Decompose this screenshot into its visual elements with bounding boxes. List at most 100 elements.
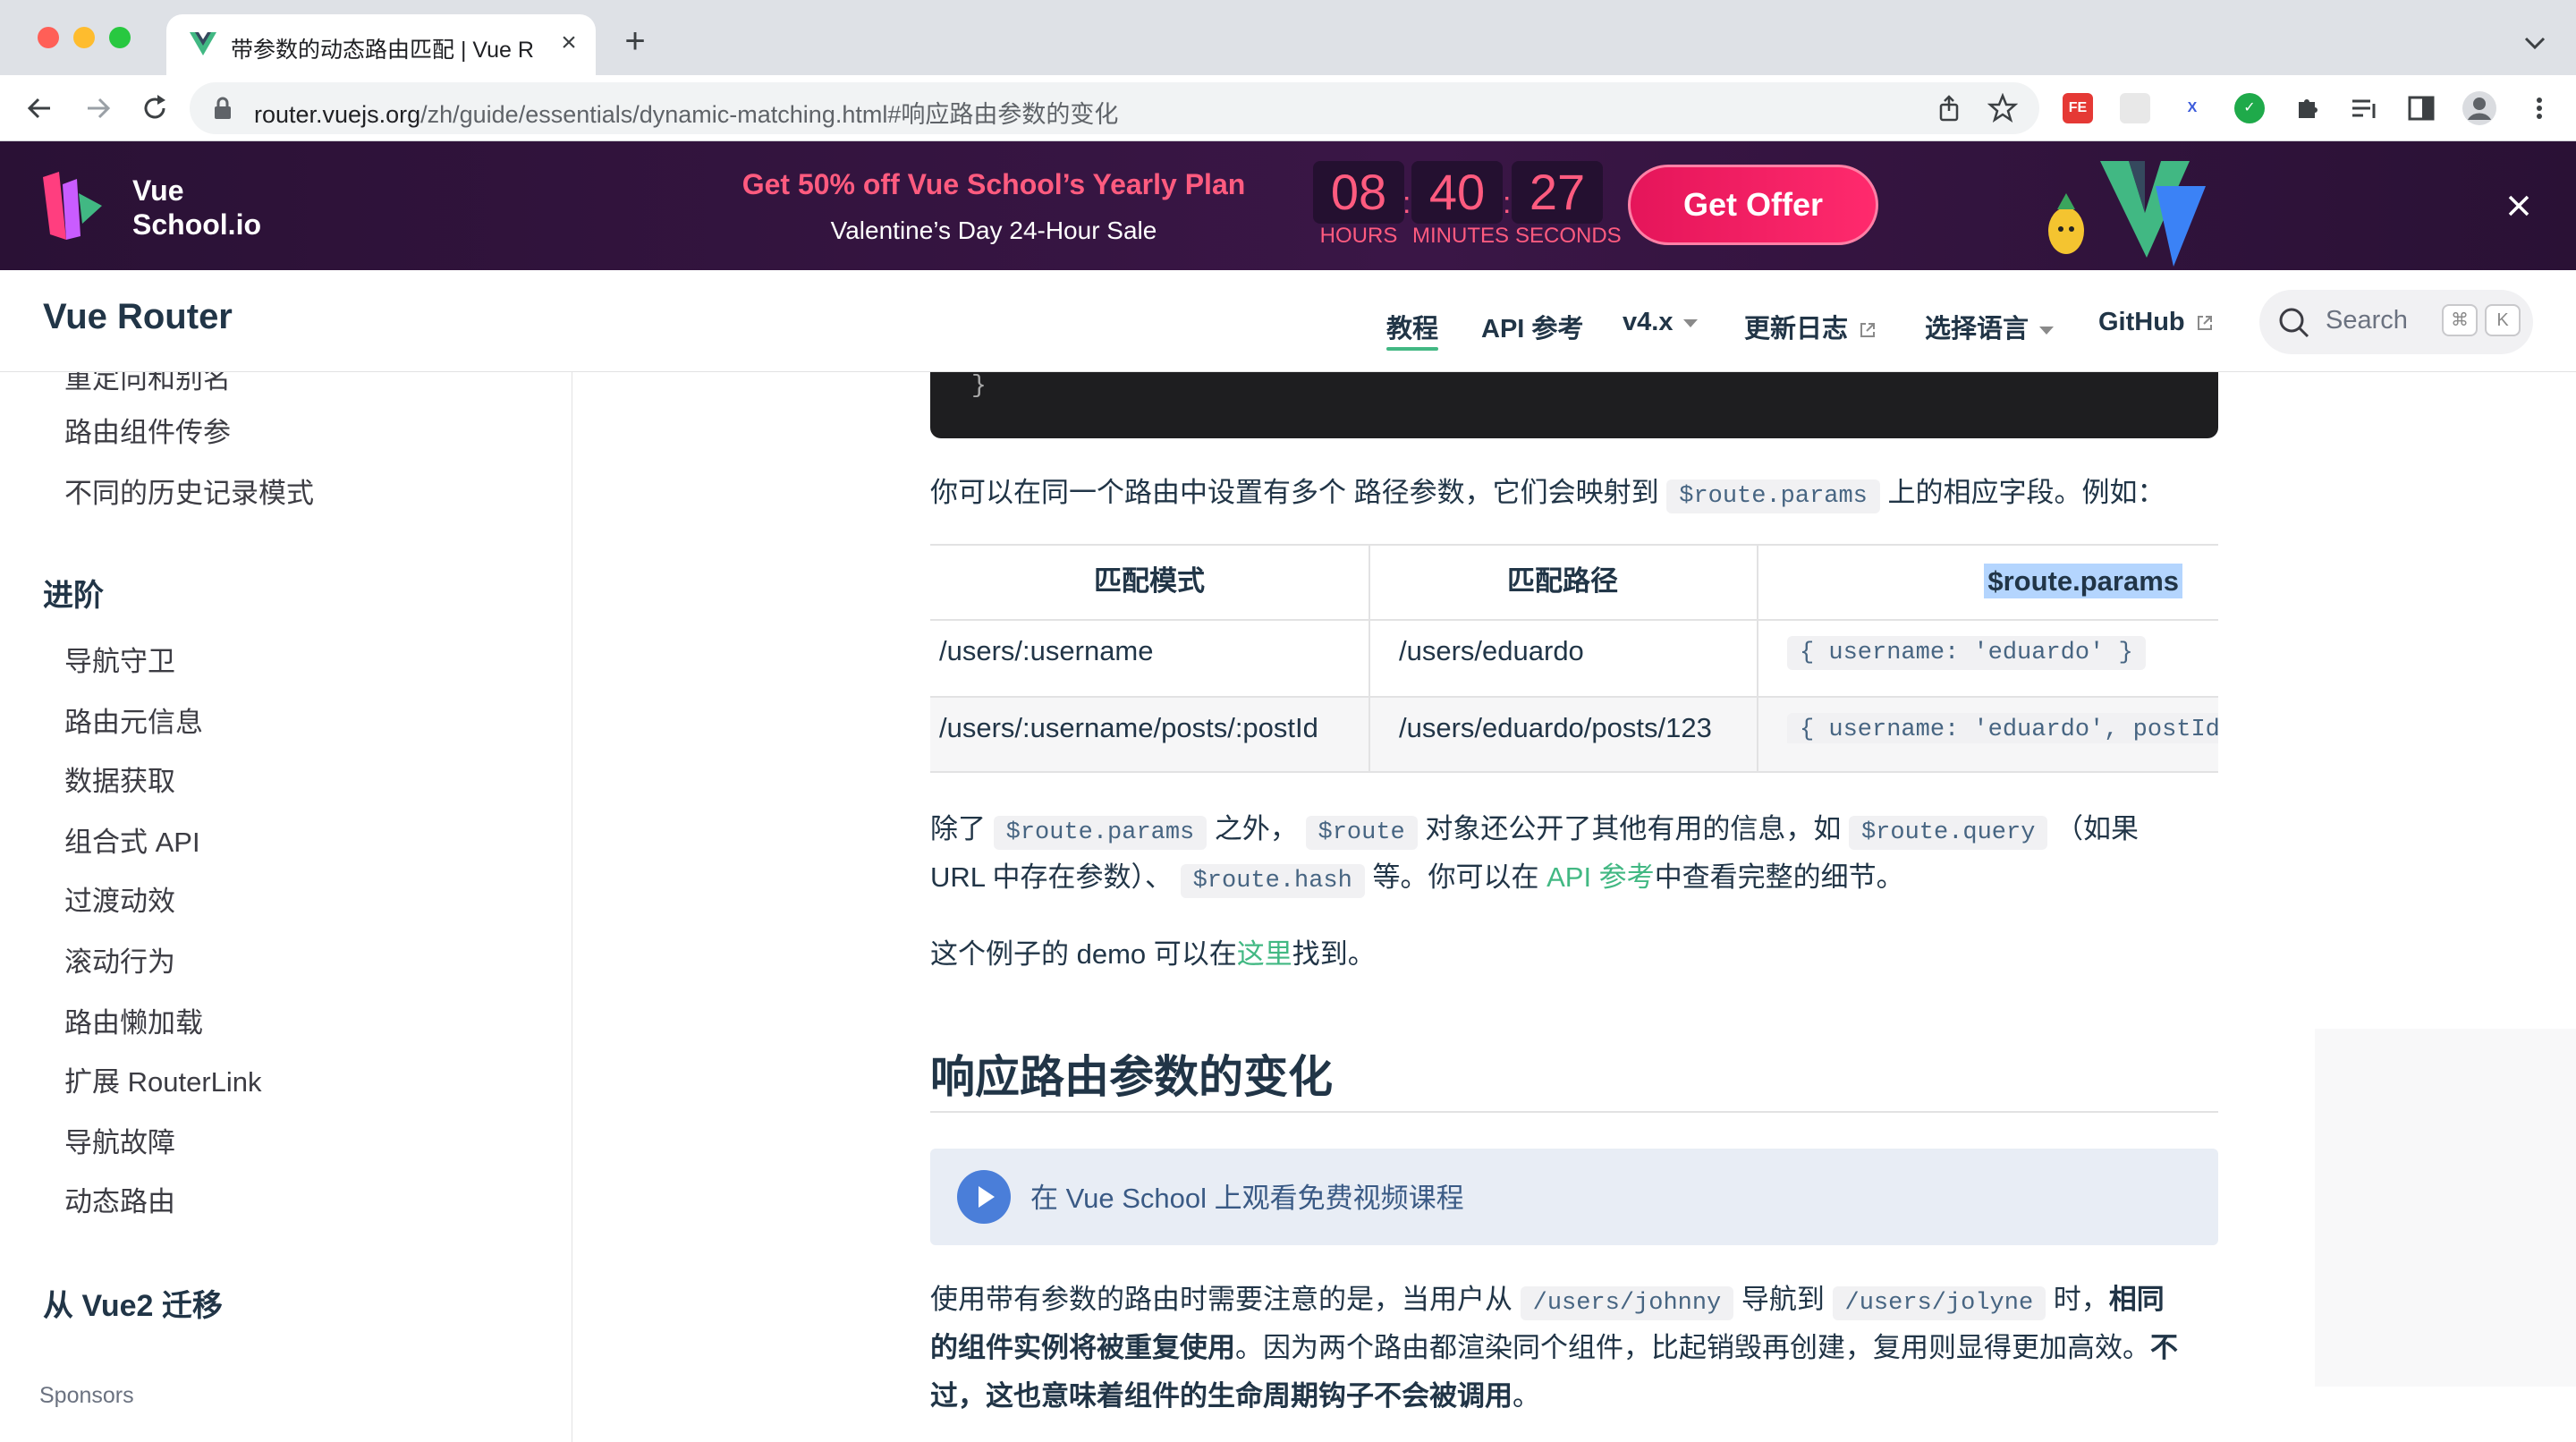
video-course-link[interactable]: 在 Vue School 上观看免费视频课程 [930,1149,2218,1245]
extension-green-icon[interactable]: ✓ [2234,93,2265,123]
code-line: } [971,372,987,400]
api-reference-link[interactable]: API 参考 [1546,861,1655,893]
site-title-link[interactable]: Vue Router [43,297,233,337]
puzzle-extensions-icon[interactable] [2292,93,2322,123]
sidebar-item-lazy-loading[interactable]: 路由懒加载 [64,1000,203,1040]
site-header: Vue Router 教程 API 参考 v4.x 更新日志 选择语言 GitH… [0,270,2576,372]
vue-school-brand: Vue School.io [132,174,261,241]
new-tab-icon[interactable]: + [615,23,655,63]
countdown-hours-label: HOURS [1319,224,1398,248]
sidebar-item-transitions[interactable]: 过渡动效 [64,878,175,919]
reading-list-icon[interactable] [2349,93,2379,123]
nav-version[interactable]: v4.x [1623,308,1699,337]
paragraph-route-info-cont: URL 中存在参数）、 $route.hash 等。你可以在 API 参考中查看… [930,853,1904,905]
extension-fe-icon[interactable]: FE [2063,93,2093,123]
tab-close-icon[interactable]: × [553,27,585,59]
table-cell: { username: 'eduardo', postId: '123' } [1787,710,2218,743]
sidebar-sponsors-label: Sponsors [39,1383,134,1408]
params-table: 匹配模式 匹配路径 $route.params /users/:username… [930,544,2218,773]
extension-x-icon[interactable]: X [2177,93,2207,123]
lock-icon[interactable] [213,97,233,120]
tab-title: 带参数的动态路由匹配 | Vue Router [231,38,535,63]
sidebar-item-scroll-behavior[interactable]: 滚动行为 [64,939,175,980]
profile-avatar-icon[interactable] [2462,90,2497,126]
aside-panel [2315,1029,2576,1387]
bookmark-star-icon[interactable] [1987,93,2018,123]
table-cell: /users/:username/posts/:postId [939,712,1318,743]
nav-language[interactable]: 选择语言 [1925,308,2055,345]
share-icon[interactable] [1934,93,1964,123]
demo-link[interactable]: 这里 [1237,938,1292,970]
sidebar-section-advanced[interactable]: 进阶 [43,571,104,615]
table-cell: { username: 'eduardo' } [1787,633,2146,670]
paragraph-demo: 这个例子的 demo 可以在这里找到。 [930,938,1376,970]
table-cell: /users/eduardo [1399,635,1584,666]
kbd-command: ⌘ [2442,304,2478,336]
kbd-k: K [2485,304,2521,336]
promo-title: Get 50% off Vue School’s Yearly Plan [741,168,1246,200]
countdown-colon: : [1503,186,1512,220]
sidebar-item-meta[interactable]: 路由元信息 [64,700,203,740]
search-icon [2279,308,2309,338]
code-block: } [930,372,2218,438]
window-close-button[interactable] [38,27,59,48]
side-panel-icon[interactable] [2406,93,2436,123]
chevron-down-icon[interactable] [2519,27,2551,59]
search-label: Search [2326,306,2408,335]
paragraph-reuse-line2: 的组件实例将被重复使用。因为两个路由都渲染同个组件，比起销毁再创建，复用则显得更… [930,1332,2178,1363]
vue-mascot-illustration [2048,161,2206,267]
countdown-minutes: 40 [1411,161,1503,224]
sidebar-item-navigation-failures[interactable]: 导航故障 [64,1120,175,1160]
paragraph-multiple-params: 你可以在同一个路由中设置有多个 路径参数，它们会映射到 $route.param… [930,469,2165,521]
countdown-minutes-label: MINUTES [1412,224,1509,248]
external-link-icon [1860,323,1876,338]
sidebar: 重定向和别名 路由组件传参 不同的历史记录模式 进阶 导航守卫 路由元信息 数据… [0,372,572,1442]
paragraph-route-info: 除了 $route.params 之外， $route 对象还公开了其他有用的信… [930,805,2139,857]
sidebar-item-redirect[interactable]: 重定向和别名 [64,372,231,396]
paragraph-reuse-line3: 过，这也意味着组件的生命周期钩子不会被调用。 [930,1380,1540,1412]
sidebar-item-extending-router-link[interactable]: 扩展 RouterLink [64,1059,262,1099]
address-bar[interactable]: router.vuejs.org/zh/guide/essentials/dyn… [190,82,2039,134]
browser-toolbar: router.vuejs.org/zh/guide/essentials/dyn… [0,75,2576,141]
section-heading: 响应路由参数的变化 [930,1052,1333,1102]
sidebar-item-props[interactable]: 路由组件传参 [64,410,231,450]
vue-favicon-icon [190,32,216,55]
nav-tutorial[interactable]: 教程 [1386,308,1438,345]
caret-down-icon [1683,318,1699,327]
url-text[interactable]: router.vuejs.org/zh/guide/essentials/dyn… [254,95,1118,130]
table-cell: /users/eduardo/posts/123 [1399,712,1712,743]
nav-api[interactable]: API 参考 [1481,308,1583,345]
forward-arrow-icon[interactable] [79,89,116,127]
sidebar-item-navigation-guards[interactable]: 导航守卫 [64,639,175,679]
table-cell: /users/:username [939,635,1154,666]
window-zoom-button[interactable] [109,27,131,48]
window-minimize-button[interactable] [73,27,95,48]
search-button[interactable]: Search ⌘ K [2259,290,2533,354]
paragraph-reuse-line1: 使用带有参数的路由时需要注意的是，当用户从 /users/johnny 导航到 … [930,1276,2165,1327]
heading-divider [930,1111,2218,1113]
external-link-icon [2197,316,2212,331]
reload-icon[interactable] [136,89,174,127]
get-offer-button[interactable]: Get Offer [1628,165,1878,245]
browser-tab-bar: 带参数的动态路由匹配 | Vue Router × + [0,0,2576,75]
sidebar-section-migration[interactable]: 从 Vue2 迁移 [43,1281,223,1325]
browser-tab-active[interactable]: 带参数的动态路由匹配 | Vue Router × [166,14,596,75]
nav-changelog[interactable]: 更新日志 [1744,308,1877,345]
sidebar-item-history-mode[interactable]: 不同的历史记录模式 [64,471,314,511]
sidebar-item-data-fetching[interactable]: 数据获取 [64,759,175,799]
back-arrow-icon[interactable] [21,89,59,127]
browser-menu-icon[interactable] [2524,93,2555,123]
nav-github[interactable]: GitHub [2098,308,2214,337]
nav-active-indicator [1386,347,1438,351]
sidebar-item-composition-api[interactable]: 组合式 API [64,819,200,860]
close-banner-icon[interactable] [2501,188,2537,224]
promo-banner[interactable]: Vue School.io Get 50% off Vue School’s Y… [0,141,2576,270]
vue-school-logo-icon [43,172,102,240]
table-header-pattern: 匹配模式 [1094,565,1205,597]
countdown-hours: 08 [1313,161,1404,224]
extension-grid-icon[interactable] [2120,93,2150,123]
play-icon [957,1170,1011,1224]
sidebar-item-dynamic-routing[interactable]: 动态路由 [64,1179,175,1219]
video-course-text: 在 Vue School 上观看免费视频课程 [1030,1183,1464,1214]
countdown-colon: : [1402,186,1411,220]
